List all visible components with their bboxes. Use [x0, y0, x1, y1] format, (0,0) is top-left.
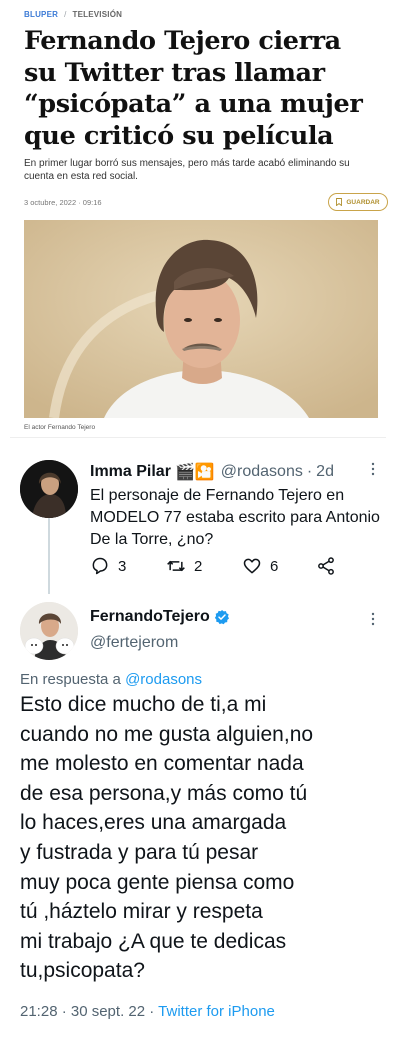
more-icon[interactable] [368, 612, 378, 626]
reply-author-handle[interactable]: @rodasons [221, 463, 303, 481]
reply-tweet-header: Imma Pilar 🎬🎦 @rodasons · 2d [90, 462, 334, 482]
avatar-photo [20, 460, 78, 518]
breadcrumb-subsection-link[interactable]: TELEVISIÓN [73, 10, 123, 19]
main-author-name[interactable]: FernandoTejero [90, 608, 210, 626]
article-date: 3 octubre, 2022 · 09:16 [24, 198, 102, 207]
reply-time[interactable]: 2d [316, 463, 334, 481]
save-button-label: GUARDAR [346, 198, 380, 206]
tweet-metadata: 21:28 · 30 sept. 22 · Twitter for iPhone [20, 1003, 275, 1020]
retweet-button[interactable]: 2 [166, 556, 202, 576]
like-icon [243, 558, 261, 574]
main-author-name-row: FernandoTejero [90, 608, 230, 626]
header-separator: · [306, 463, 313, 480]
reply-author-name[interactable]: Imma Pilar [90, 463, 171, 481]
save-bookmark-icon [336, 198, 343, 206]
retweet-count: 2 [194, 557, 203, 575]
breadcrumb: BLUPER / TELEVISIÓN [24, 10, 122, 19]
tweet-client-link[interactable]: Twitter for iPhone [158, 1003, 275, 1020]
in-reply-to: En respuesta a @rodasons [20, 671, 202, 688]
article-headline: Fernando Tejero cierra su Twitter tras l… [24, 26, 363, 151]
breadcrumb-section-link[interactable]: BLUPER [24, 10, 58, 19]
reply-tweet-text: El personaje de Fernando Tejero en MODEL… [90, 487, 380, 548]
user-avatar-fernando[interactable] [20, 602, 78, 660]
news-article-card: BLUPER / TELEVISIÓN Fernando Tejero cier… [10, 0, 388, 438]
breadcrumb-separator: / [64, 10, 67, 19]
reply-tweet-actions: 3 2 6 [90, 556, 340, 578]
verified-icon [214, 610, 229, 625]
share-icon [318, 557, 334, 575]
avatar-photo [20, 602, 78, 660]
more-icon[interactable] [368, 462, 378, 476]
main-tweet-text: Esto dice mucho de ti,a mi cuando no me … [20, 693, 314, 983]
tweet-timestamp[interactable]: 21:28 · 30 sept. 22 · [20, 1003, 154, 1020]
retweet-icon [167, 560, 185, 572]
reply-button[interactable]: 3 [90, 556, 126, 576]
article-subheadline: En primer lugar borró sus mensajes, pero… [24, 158, 350, 182]
reply-icon [92, 557, 108, 575]
name-emojis: 🎬🎦 [174, 464, 215, 481]
in-reply-mention-link[interactable]: @rodasons [125, 671, 202, 688]
like-count: 6 [270, 557, 279, 575]
thread-connector-line [48, 518, 50, 594]
save-article-button[interactable]: GUARDAR [328, 193, 388, 211]
reply-count: 3 [118, 557, 127, 575]
share-button[interactable] [316, 556, 336, 576]
article-photo [24, 220, 378, 418]
in-reply-prefix: En respuesta a [20, 671, 121, 688]
user-avatar-imma[interactable] [20, 460, 78, 518]
actor-portrait-illustration [24, 220, 378, 418]
photo-caption: El actor Fernando Tejero [24, 424, 96, 431]
main-author-handle[interactable]: @fertejerom [90, 634, 178, 652]
like-button[interactable]: 6 [242, 556, 278, 576]
